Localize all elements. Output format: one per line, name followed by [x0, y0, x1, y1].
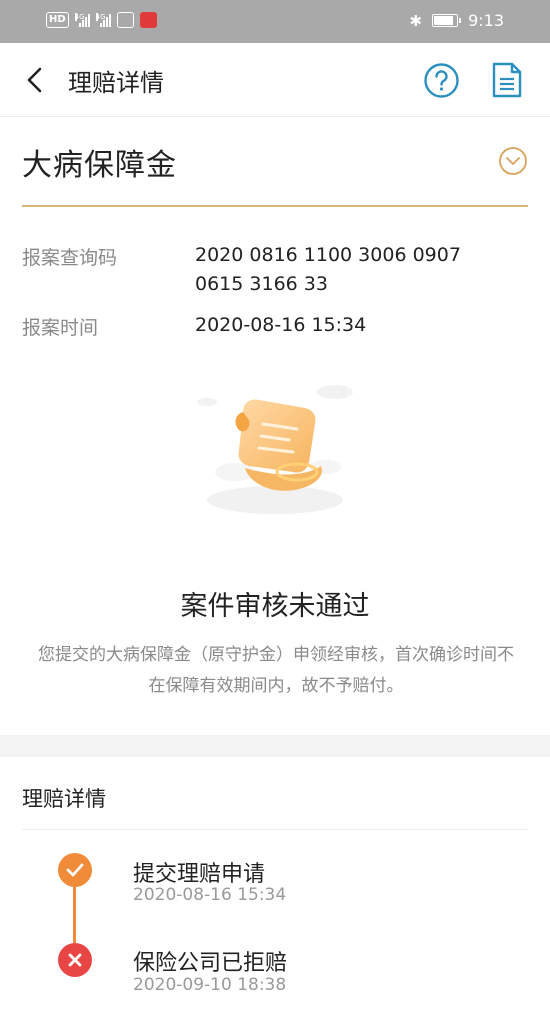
- scroll-document-illustration: [197, 385, 353, 514]
- section-divider: [0, 735, 550, 757]
- battery-icon: [432, 14, 462, 27]
- query-code-label: 报案查询码: [22, 247, 118, 269]
- timeline-step-1-dot: [58, 853, 92, 887]
- timeline-step-1-time: 2020-08-16 15:34: [133, 885, 287, 905]
- status-right: ✱ 9:13: [409, 11, 504, 30]
- network-type-label-2: 4G: [95, 13, 106, 21]
- product-title: 大病保障金: [22, 148, 177, 183]
- chevron-down-circle-icon[interactable]: [498, 146, 528, 176]
- signal-icon: 4G: [74, 13, 90, 27]
- result-title: 案件审核未通过: [180, 591, 370, 622]
- back-icon[interactable]: [22, 65, 50, 95]
- timeline-step-2-title: 保险公司已拒赔: [133, 951, 288, 976]
- clock: 9:13: [468, 11, 504, 30]
- report-time-label: 报案时间: [22, 317, 99, 339]
- help-icon[interactable]: [423, 62, 460, 99]
- hd-badge: HD: [46, 12, 69, 28]
- signal-icon-2: 4G: [95, 13, 111, 27]
- query-code-value: 2020 0816 1100 3006 0907 0615 3166 33: [195, 244, 461, 295]
- report-time-value: 2020-08-16 15:34: [195, 314, 367, 336]
- details-section-title: 理赔详情: [22, 787, 106, 811]
- battery-level: [434, 16, 453, 25]
- timeline-step-2-dot: [58, 943, 92, 977]
- header-divider: [22, 205, 528, 207]
- close-icon: [68, 953, 82, 967]
- result-description: 您提交的大病保障金（原守护金）申领经审核，首次确诊时间不在保障有效期间内，故不予…: [38, 645, 514, 696]
- notification-app-icon-2: [139, 12, 157, 28]
- notification-app-icon: [116, 12, 134, 28]
- timeline-step-2-time: 2020-09-10 18:38: [133, 975, 287, 995]
- details-divider: [22, 829, 528, 830]
- page-title: 理赔详情: [68, 69, 164, 97]
- network-type-label: 4G: [74, 13, 85, 21]
- timeline-step-1-title: 提交理赔申请: [133, 862, 266, 887]
- check-icon: [66, 863, 84, 877]
- bluetooth-icon: ✱: [409, 11, 423, 30]
- document-icon[interactable]: [491, 61, 523, 99]
- nav-bar: 理赔详情: [0, 43, 550, 117]
- status-bar: HD 4G 4G ✱ 9:13: [0, 0, 550, 43]
- status-left: HD 4G 4G: [46, 12, 157, 28]
- timeline-connector: [73, 885, 76, 943]
